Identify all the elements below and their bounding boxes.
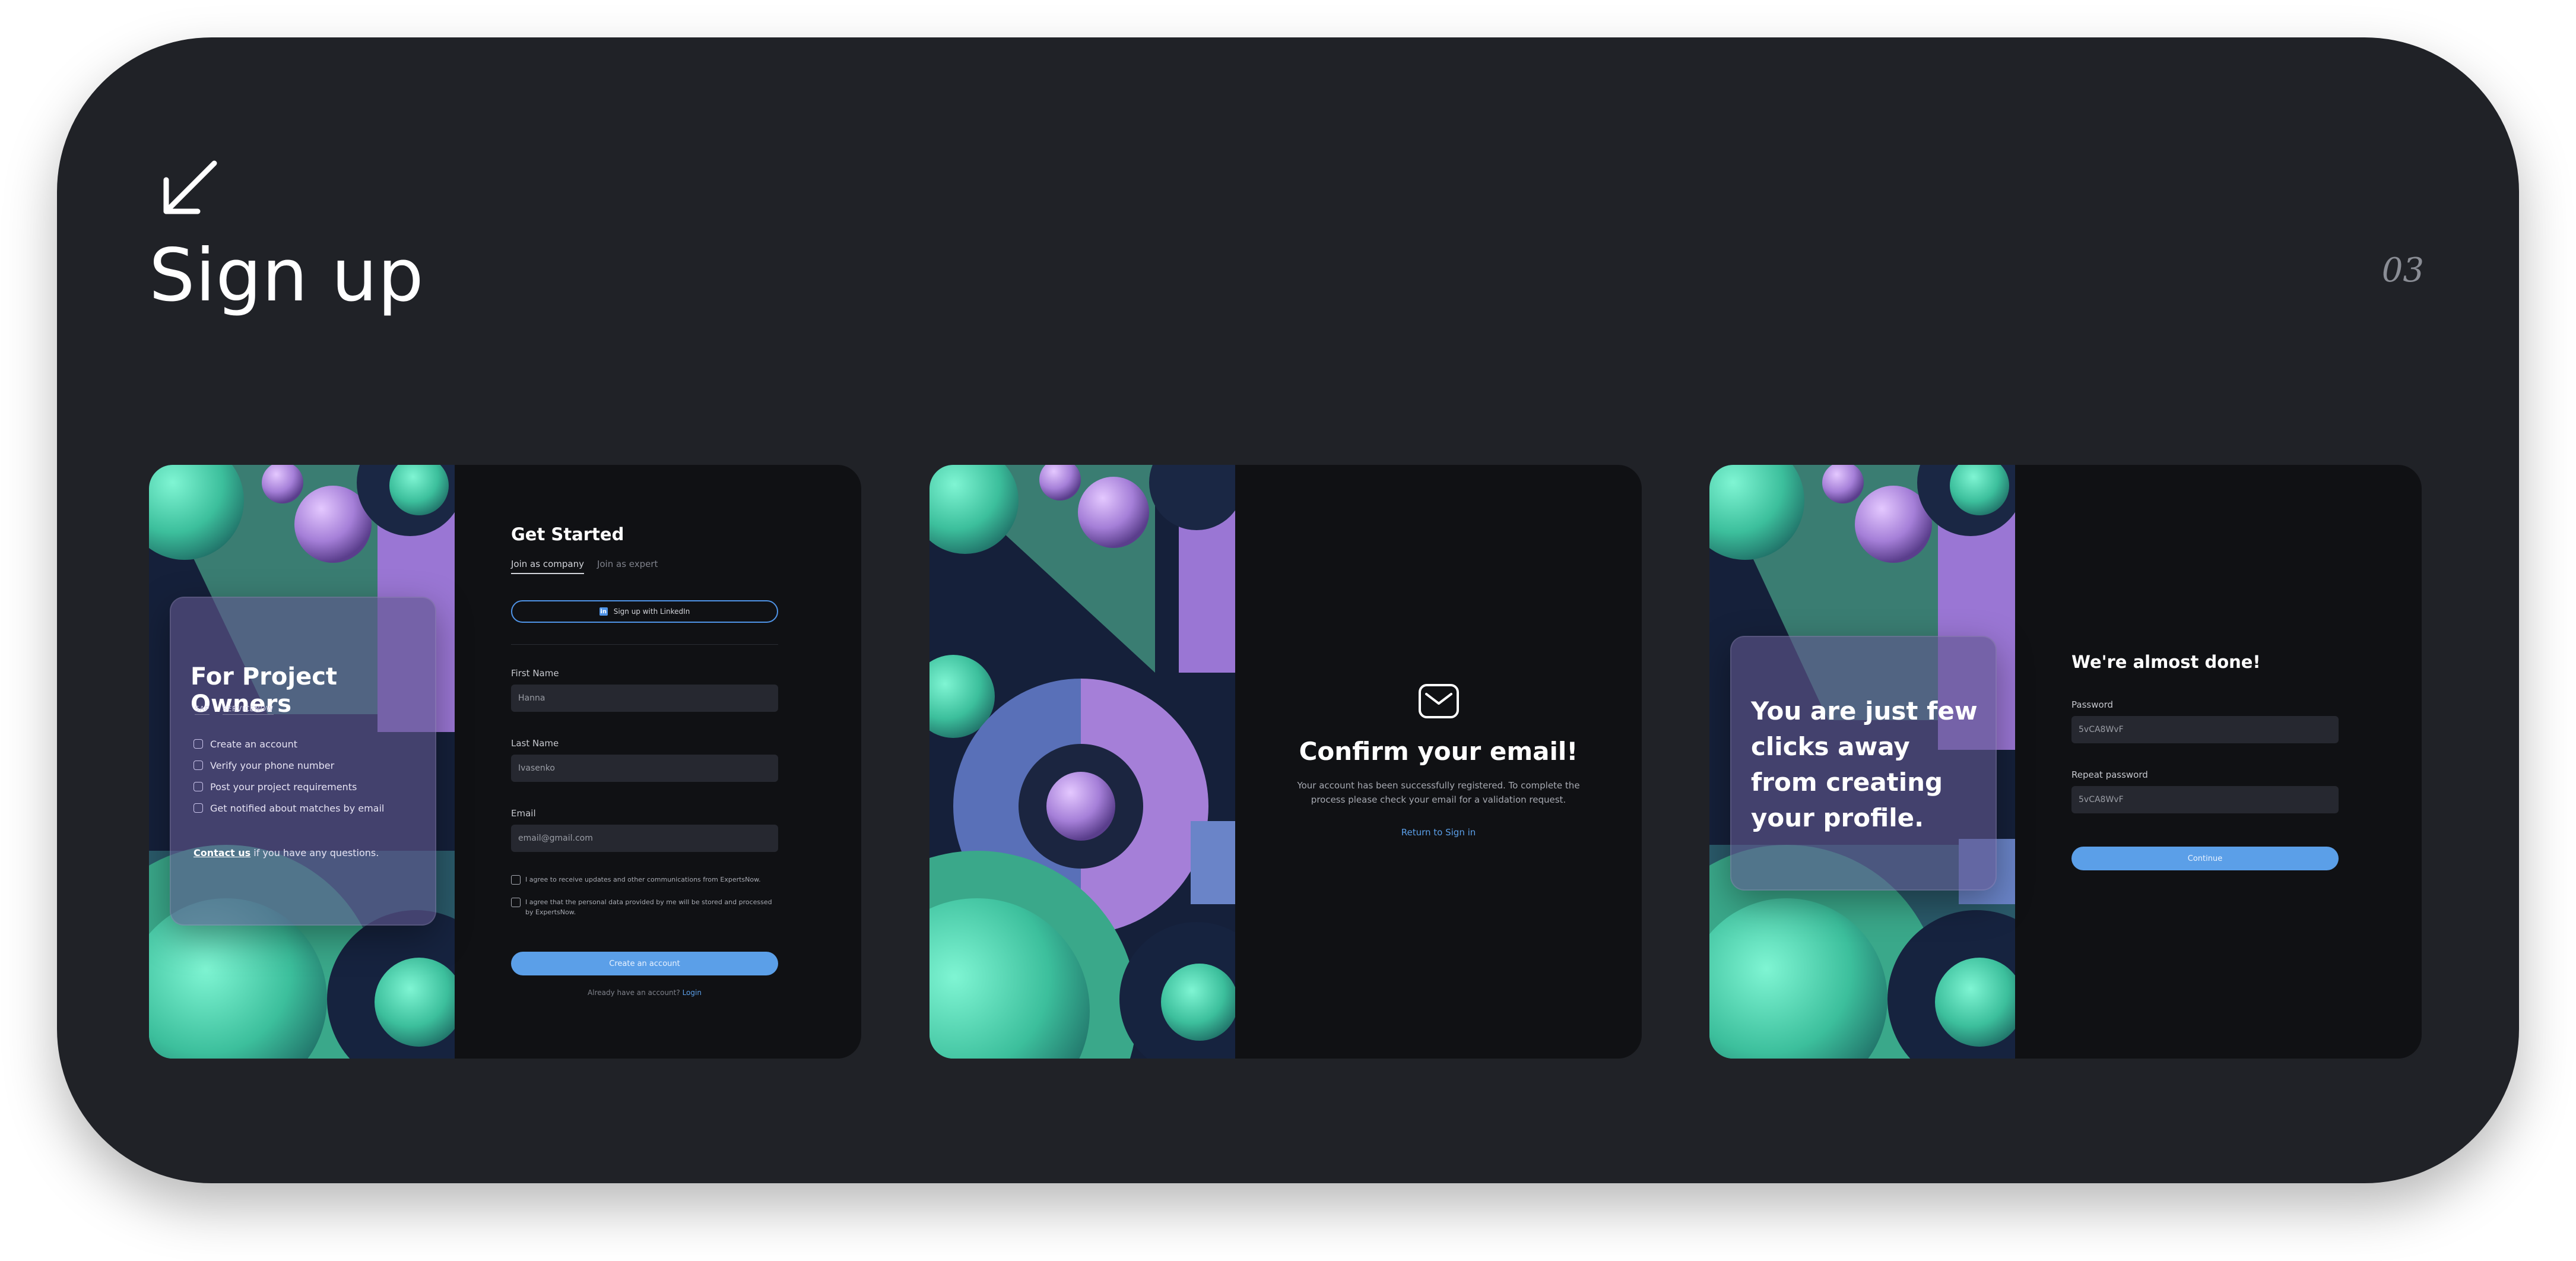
linkedin-signup-button[interactable]: in Sign up with LinkedIn [511, 600, 778, 623]
list-item: Verify your phone number [193, 755, 384, 776]
list-item: Get notified about matches by email [193, 797, 384, 819]
login-prompt: Already have an account? Login [588, 988, 702, 997]
form-title: We're almost done! [2071, 652, 2261, 672]
servicenow-logo: SERVICENOW [222, 705, 274, 715]
email-label: Email [511, 808, 536, 819]
user-icon [193, 739, 203, 749]
repeat-password-label: Repeat password [2071, 769, 2148, 780]
return-to-signin-link[interactable]: Return to Sign in [1235, 827, 1642, 838]
geometric-pattern-image [929, 465, 1235, 1059]
updates-checkbox-row[interactable]: I agree to receive updates and other com… [511, 875, 778, 885]
confirm-title: Confirm your email! [1299, 737, 1578, 766]
bell-icon [193, 803, 203, 813]
promo-overlay: For Project Owners SAP SERVICENOW Create… [170, 597, 436, 926]
divider [511, 644, 778, 645]
document-icon [193, 782, 203, 791]
tab-join-company[interactable]: Join as company [511, 559, 584, 574]
repeat-password-field[interactable]: 5vCA8WvF [2071, 786, 2339, 813]
password-form: We're almost done! Password 5vCA8WvF Rep… [2015, 465, 2422, 1059]
benefit-list: Create an account Verify your phone numb… [193, 733, 384, 819]
create-account-button[interactable]: Create an account [511, 952, 778, 975]
checkbox[interactable] [511, 875, 521, 885]
checkbox[interactable] [511, 898, 521, 907]
first-name-field[interactable]: Hanna [511, 685, 778, 712]
confirm-email-card: Confirm your email! Your account has bee… [929, 465, 1642, 1059]
page-title: Sign up [149, 233, 424, 318]
sap-logo: SAP [195, 705, 210, 715]
linkedin-icon: in [599, 607, 608, 616]
confirm-panel: Confirm your email! Your account has bee… [1235, 465, 1642, 1059]
page-number: 03 [2381, 251, 2424, 290]
contact-link[interactable]: Contact us [193, 847, 250, 858]
partner-logos: SAP SERVICENOW [195, 705, 274, 715]
arrow-down-left-icon [163, 160, 217, 214]
list-item: Post your project requirements [193, 776, 384, 797]
tab-join-expert[interactable]: Join as expert [597, 559, 658, 574]
decorative-artwork: For Project Owners SAP SERVICENOW Create… [149, 465, 455, 1059]
signup-card: For Project Owners SAP SERVICENOW Create… [149, 465, 861, 1059]
password-field[interactable]: 5vCA8WvF [2071, 716, 2339, 743]
signup-form: Get Started Join as company Join as expe… [455, 465, 861, 1059]
mail-icon [1419, 684, 1459, 718]
set-password-card: You are just few clicks away from creati… [1709, 465, 2422, 1059]
last-name-field[interactable]: Ivasenko [511, 755, 778, 782]
login-link[interactable]: Login [683, 988, 702, 997]
email-field[interactable]: email@gmail.com [511, 825, 778, 852]
promo-overlay: You are just few clicks away from creati… [1730, 636, 1997, 891]
list-item: Create an account [193, 733, 384, 755]
confirm-description: Your account has been successfully regis… [1297, 780, 1580, 805]
last-name-label: Last Name [511, 738, 559, 749]
first-name-label: First Name [511, 668, 559, 679]
decorative-artwork [929, 465, 1235, 1059]
presentation-board: Sign up 03 For Project Owners SAP SERVIC… [57, 37, 2519, 1183]
form-title: Get Started [511, 524, 624, 544]
decorative-artwork: You are just few clicks away from creati… [1709, 465, 2015, 1059]
promo-title: You are just few clicks away from creati… [1751, 696, 1978, 832]
shield-check-icon [193, 761, 203, 770]
account-type-tabs: Join as company Join as expert [511, 559, 658, 574]
data-consent-checkbox-row[interactable]: I agree that the personal data provided … [511, 897, 778, 917]
contact-line: Contact us if you have any questions. [193, 847, 379, 858]
password-label: Password [2071, 699, 2114, 710]
continue-button[interactable]: Continue [2071, 847, 2339, 870]
